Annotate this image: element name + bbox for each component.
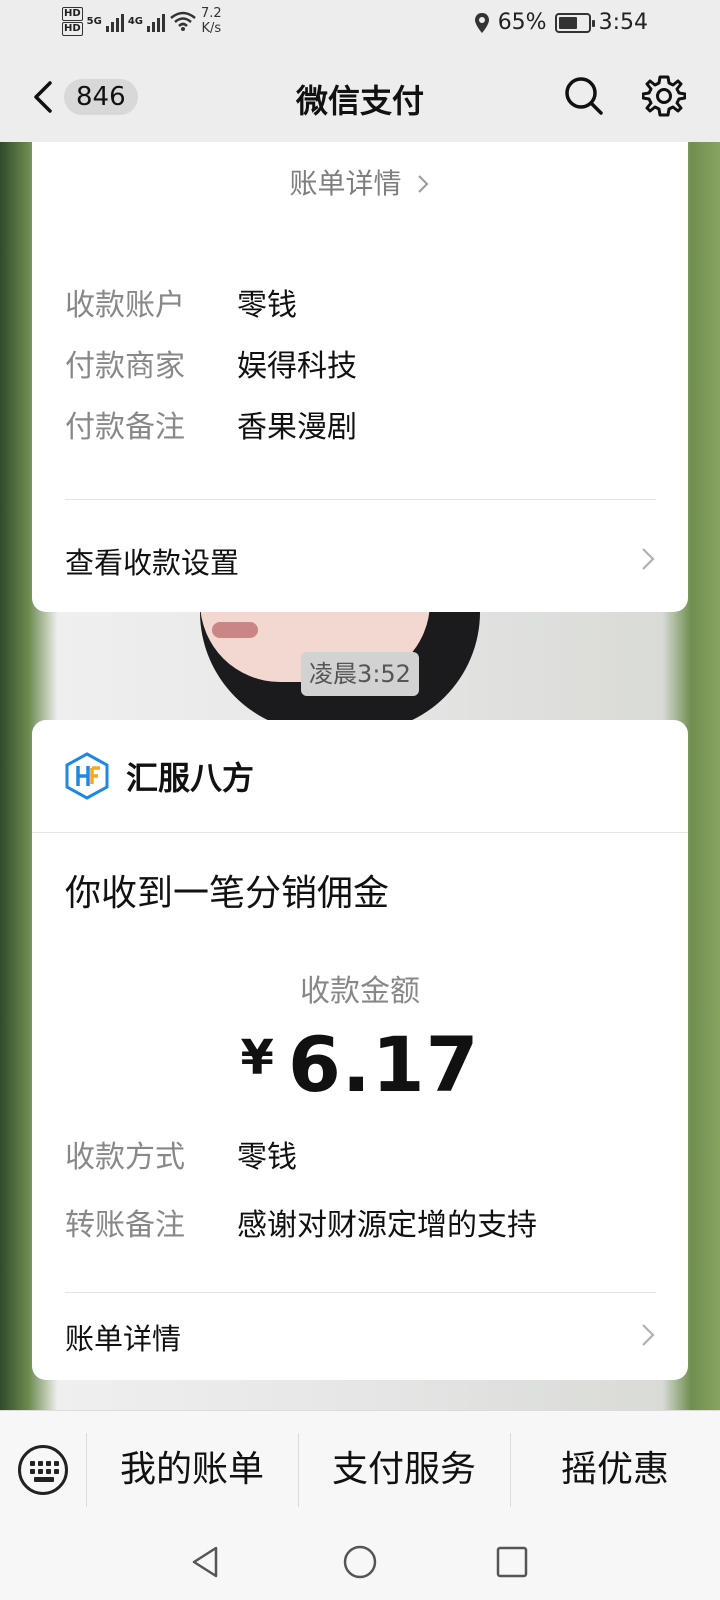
nav-home-icon[interactable] bbox=[342, 1544, 378, 1580]
currency-symbol: ¥ bbox=[240, 1030, 274, 1086]
amount-label: 收款金额 bbox=[300, 974, 420, 1009]
divider bbox=[65, 499, 656, 500]
service-menu-bar: 我的账单 支付服务 摇优惠 bbox=[0, 1410, 720, 1528]
divider bbox=[65, 1292, 656, 1293]
bill-details-link-top[interactable]: 账单详情 bbox=[32, 162, 688, 202]
nav-back-icon[interactable] bbox=[188, 1544, 224, 1580]
chevron-right-icon bbox=[418, 175, 429, 193]
receipt-settings-link[interactable]: 查看收款设置 bbox=[65, 540, 656, 582]
battery-percent: 65% bbox=[497, 10, 547, 35]
gear-icon[interactable] bbox=[642, 74, 686, 118]
detail-row: 付款商家 娱得科技 bbox=[65, 341, 357, 385]
detail-row: 付款备注 香果漫剧 bbox=[65, 402, 357, 446]
system-navigation-bar bbox=[0, 1528, 720, 1600]
message-timestamp: 凌晨3:52 bbox=[301, 652, 419, 696]
speed-unit: K/s bbox=[201, 21, 222, 36]
status-left: HD HD 5G 4G 7.2 K/s bbox=[62, 6, 222, 36]
nav-recents-icon[interactable] bbox=[494, 1544, 530, 1580]
hd-badge-1: HD bbox=[62, 6, 83, 21]
hd-badge-2: HD bbox=[62, 21, 83, 36]
menu-my-bills[interactable]: 我的账单 bbox=[86, 1411, 298, 1529]
battery-fill bbox=[558, 16, 577, 29]
payment-card-previous: 账单详情 收款账户 零钱 付款商家 娱得科技 付款备注 香果漫剧 查看收款设置 bbox=[32, 142, 688, 612]
network-speed: 7.2 K/s bbox=[201, 6, 222, 36]
detail-label: 收款方式 bbox=[65, 1140, 185, 1175]
detail-label: 收款账户 bbox=[65, 288, 185, 323]
location-icon bbox=[474, 12, 489, 33]
menu-shake-deals[interactable]: 摇优惠 bbox=[510, 1411, 720, 1529]
notification-headline: 你收到一笔分销佣金 bbox=[65, 873, 390, 914]
detail-row: 收款账户 零钱 bbox=[65, 280, 297, 324]
status-right: 65% 3:54 bbox=[474, 10, 648, 35]
network-type-4g: 4G bbox=[127, 15, 144, 27]
page-title: 微信支付 bbox=[295, 82, 424, 120]
detail-value: 香果漫剧 bbox=[237, 410, 357, 445]
bill-details-link[interactable]: 账单详情 bbox=[65, 1316, 656, 1358]
signal-icon-2 bbox=[147, 10, 166, 32]
detail-value: 零钱 bbox=[237, 1140, 297, 1175]
status-bar: HD HD 5G 4G 7.2 K/s 65% 3:54 bbox=[0, 0, 720, 50]
detail-value: 娱得科技 bbox=[237, 349, 357, 384]
amount-value: 6.17 bbox=[287, 1020, 480, 1109]
wifi-icon bbox=[170, 11, 196, 31]
signal-icon-1 bbox=[105, 10, 124, 32]
merchant-name: 汇服八方 bbox=[126, 759, 255, 797]
detail-value: 零钱 bbox=[237, 288, 297, 323]
chevron-right-icon bbox=[642, 1324, 655, 1346]
speed-value: 7.2 bbox=[201, 6, 222, 21]
detail-row: 收款方式 零钱 bbox=[65, 1132, 297, 1176]
nav-bar: 846 微信支付 bbox=[0, 50, 720, 142]
menu-payment-services[interactable]: 支付服务 bbox=[298, 1411, 510, 1529]
merchant-header: 汇服八方 bbox=[64, 752, 254, 800]
detail-label: 转账备注 bbox=[65, 1208, 185, 1243]
receipt-settings-label: 查看收款设置 bbox=[65, 546, 240, 580]
detail-label: 付款商家 bbox=[65, 349, 185, 384]
detail-label: 付款备注 bbox=[65, 410, 185, 445]
amount-display: ¥6.17 bbox=[32, 1020, 688, 1109]
clock: 3:54 bbox=[598, 10, 648, 35]
bill-details-label: 账单详情 bbox=[289, 167, 402, 200]
bill-details-label: 账单详情 bbox=[65, 1322, 182, 1356]
keyboard-icon[interactable] bbox=[18, 1445, 68, 1495]
detail-row: 转账备注 感谢对财源定增的支持 bbox=[65, 1200, 537, 1244]
battery-icon bbox=[554, 12, 595, 33]
chevron-right-icon bbox=[642, 548, 655, 570]
search-icon[interactable] bbox=[562, 74, 606, 118]
detail-value: 感谢对财源定增的支持 bbox=[237, 1208, 537, 1243]
merchant-logo-icon bbox=[65, 752, 109, 800]
payment-card-commission[interactable]: 汇服八方 你收到一笔分销佣金 收款金额 ¥6.17 收款方式 零钱 转账备注 感… bbox=[32, 720, 688, 1380]
background-photo-lips bbox=[212, 622, 258, 638]
network-type-5g: 5G bbox=[86, 15, 102, 27]
divider bbox=[32, 832, 688, 833]
